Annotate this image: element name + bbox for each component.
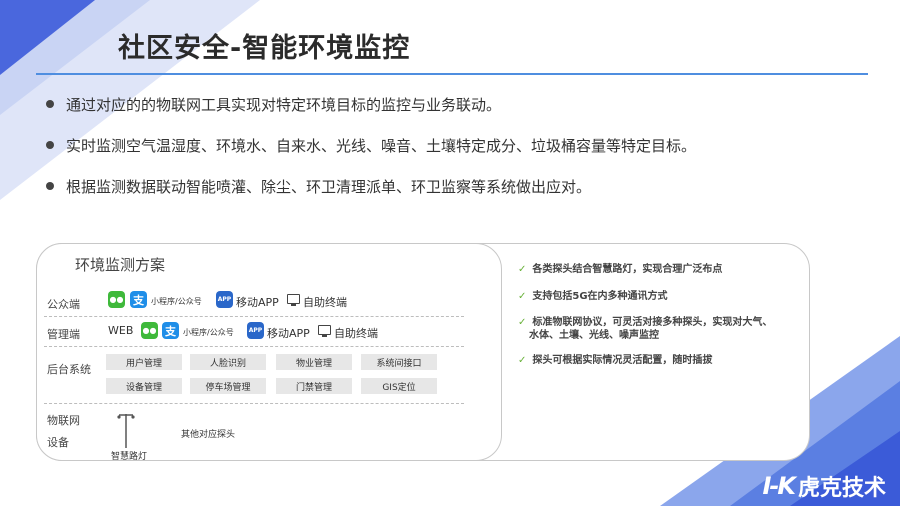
web-label: WEB (108, 324, 134, 337)
alipay-icon: 支 (130, 291, 147, 308)
alipay-icon: 支 (162, 322, 179, 339)
face-recognition-button[interactable]: 人脸识别 (190, 354, 266, 370)
check-icon: ✓ (518, 264, 527, 275)
monitoring-diagram (36, 243, 502, 461)
logo-mark-icon: I-K (762, 472, 795, 500)
company-name: 虎克技术 (797, 476, 886, 501)
backend-system-label: 后台系统 (47, 363, 91, 376)
mini-program-label: 小程序/公众号 (151, 297, 202, 306)
self-service-terminal-label: 自助终端 (303, 296, 347, 309)
monitor-icon (318, 325, 331, 337)
mobile-app-label: 移动APP (267, 327, 310, 340)
mini-program-label: 小程序/公众号 (183, 328, 234, 337)
check-icon: ✓ (518, 355, 527, 366)
system-interface-button[interactable]: 系统间接口 (361, 354, 437, 370)
feature-item: ✓ 支持包括5G在内多种通讯方式 (518, 291, 668, 302)
gis-location-button[interactable]: GIS定位 (361, 378, 437, 394)
access-control-button[interactable]: 门禁管理 (276, 378, 352, 394)
wechat-icon: ●● (108, 291, 125, 308)
management-end-label: 管理端 (47, 328, 80, 341)
feature-item: ✓ 探头可根据实际情况灵活配置，随时插拔 (518, 355, 713, 366)
self-service-terminal-label: 自助终端 (334, 327, 378, 340)
app-icon: APP (216, 291, 233, 308)
iot-device-label-line2: 设备 (47, 436, 69, 449)
public-end-label: 公众端 (47, 298, 80, 311)
smart-streetlight-label: 智慧路灯 (111, 452, 148, 462)
bullet-dot-icon (46, 182, 54, 190)
monitor-icon (287, 294, 300, 306)
row-divider (44, 346, 464, 347)
feature-item: ✓ 标准物联网协议，可灵活对接多种探头，实现对大气、 水体、土壤、光线、噪声监控 (518, 317, 773, 341)
bullet-dot-icon (46, 100, 54, 108)
bullet-item: 通过对应的的物联网工具实现对特定环境目标的监控与业务联动。 (46, 94, 846, 114)
title-divider (36, 73, 868, 75)
check-icon: ✓ (518, 291, 527, 302)
mobile-app-label: 移动APP (236, 296, 279, 309)
slide-title: 社区安全-智能环境监控 (118, 33, 411, 64)
bullet-item: 根据监测数据联动智能喷灌、除尘、环卫清理派单、环卫监察等系统做出应对。 (46, 176, 846, 196)
bullet-dot-icon (46, 141, 54, 149)
feature-item: ✓ 各类探头结合智慧路灯，实现合理广泛布点 (518, 264, 723, 275)
diagram-title: 环境监测方案 (75, 256, 166, 274)
device-management-button[interactable]: 设备管理 (106, 378, 182, 394)
iot-device-label-line1: 物联网 (47, 414, 80, 427)
streetlight-icon (117, 414, 135, 448)
property-management-button[interactable]: 物业管理 (276, 354, 352, 370)
check-icon: ✓ (518, 317, 527, 328)
bullet-item: 实时监测空气温湿度、环境水、自来水、光线、噪音、土壤特定成分、垃圾桶容量等特定目… (46, 135, 846, 155)
row-divider (44, 403, 464, 404)
parking-management-button[interactable]: 停车场管理 (190, 378, 266, 394)
user-management-button[interactable]: 用户管理 (106, 354, 182, 370)
wechat-icon: ●● (141, 322, 158, 339)
other-sensors-label: 其他对应探头 (181, 430, 236, 440)
bullet-list: 通过对应的的物联网工具实现对特定环境目标的监控与业务联动。 实时监测空气温湿度、… (46, 94, 846, 217)
app-icon: APP (247, 322, 264, 339)
row-divider (44, 316, 464, 317)
company-logo: I-K 虎克技术 (762, 470, 886, 502)
